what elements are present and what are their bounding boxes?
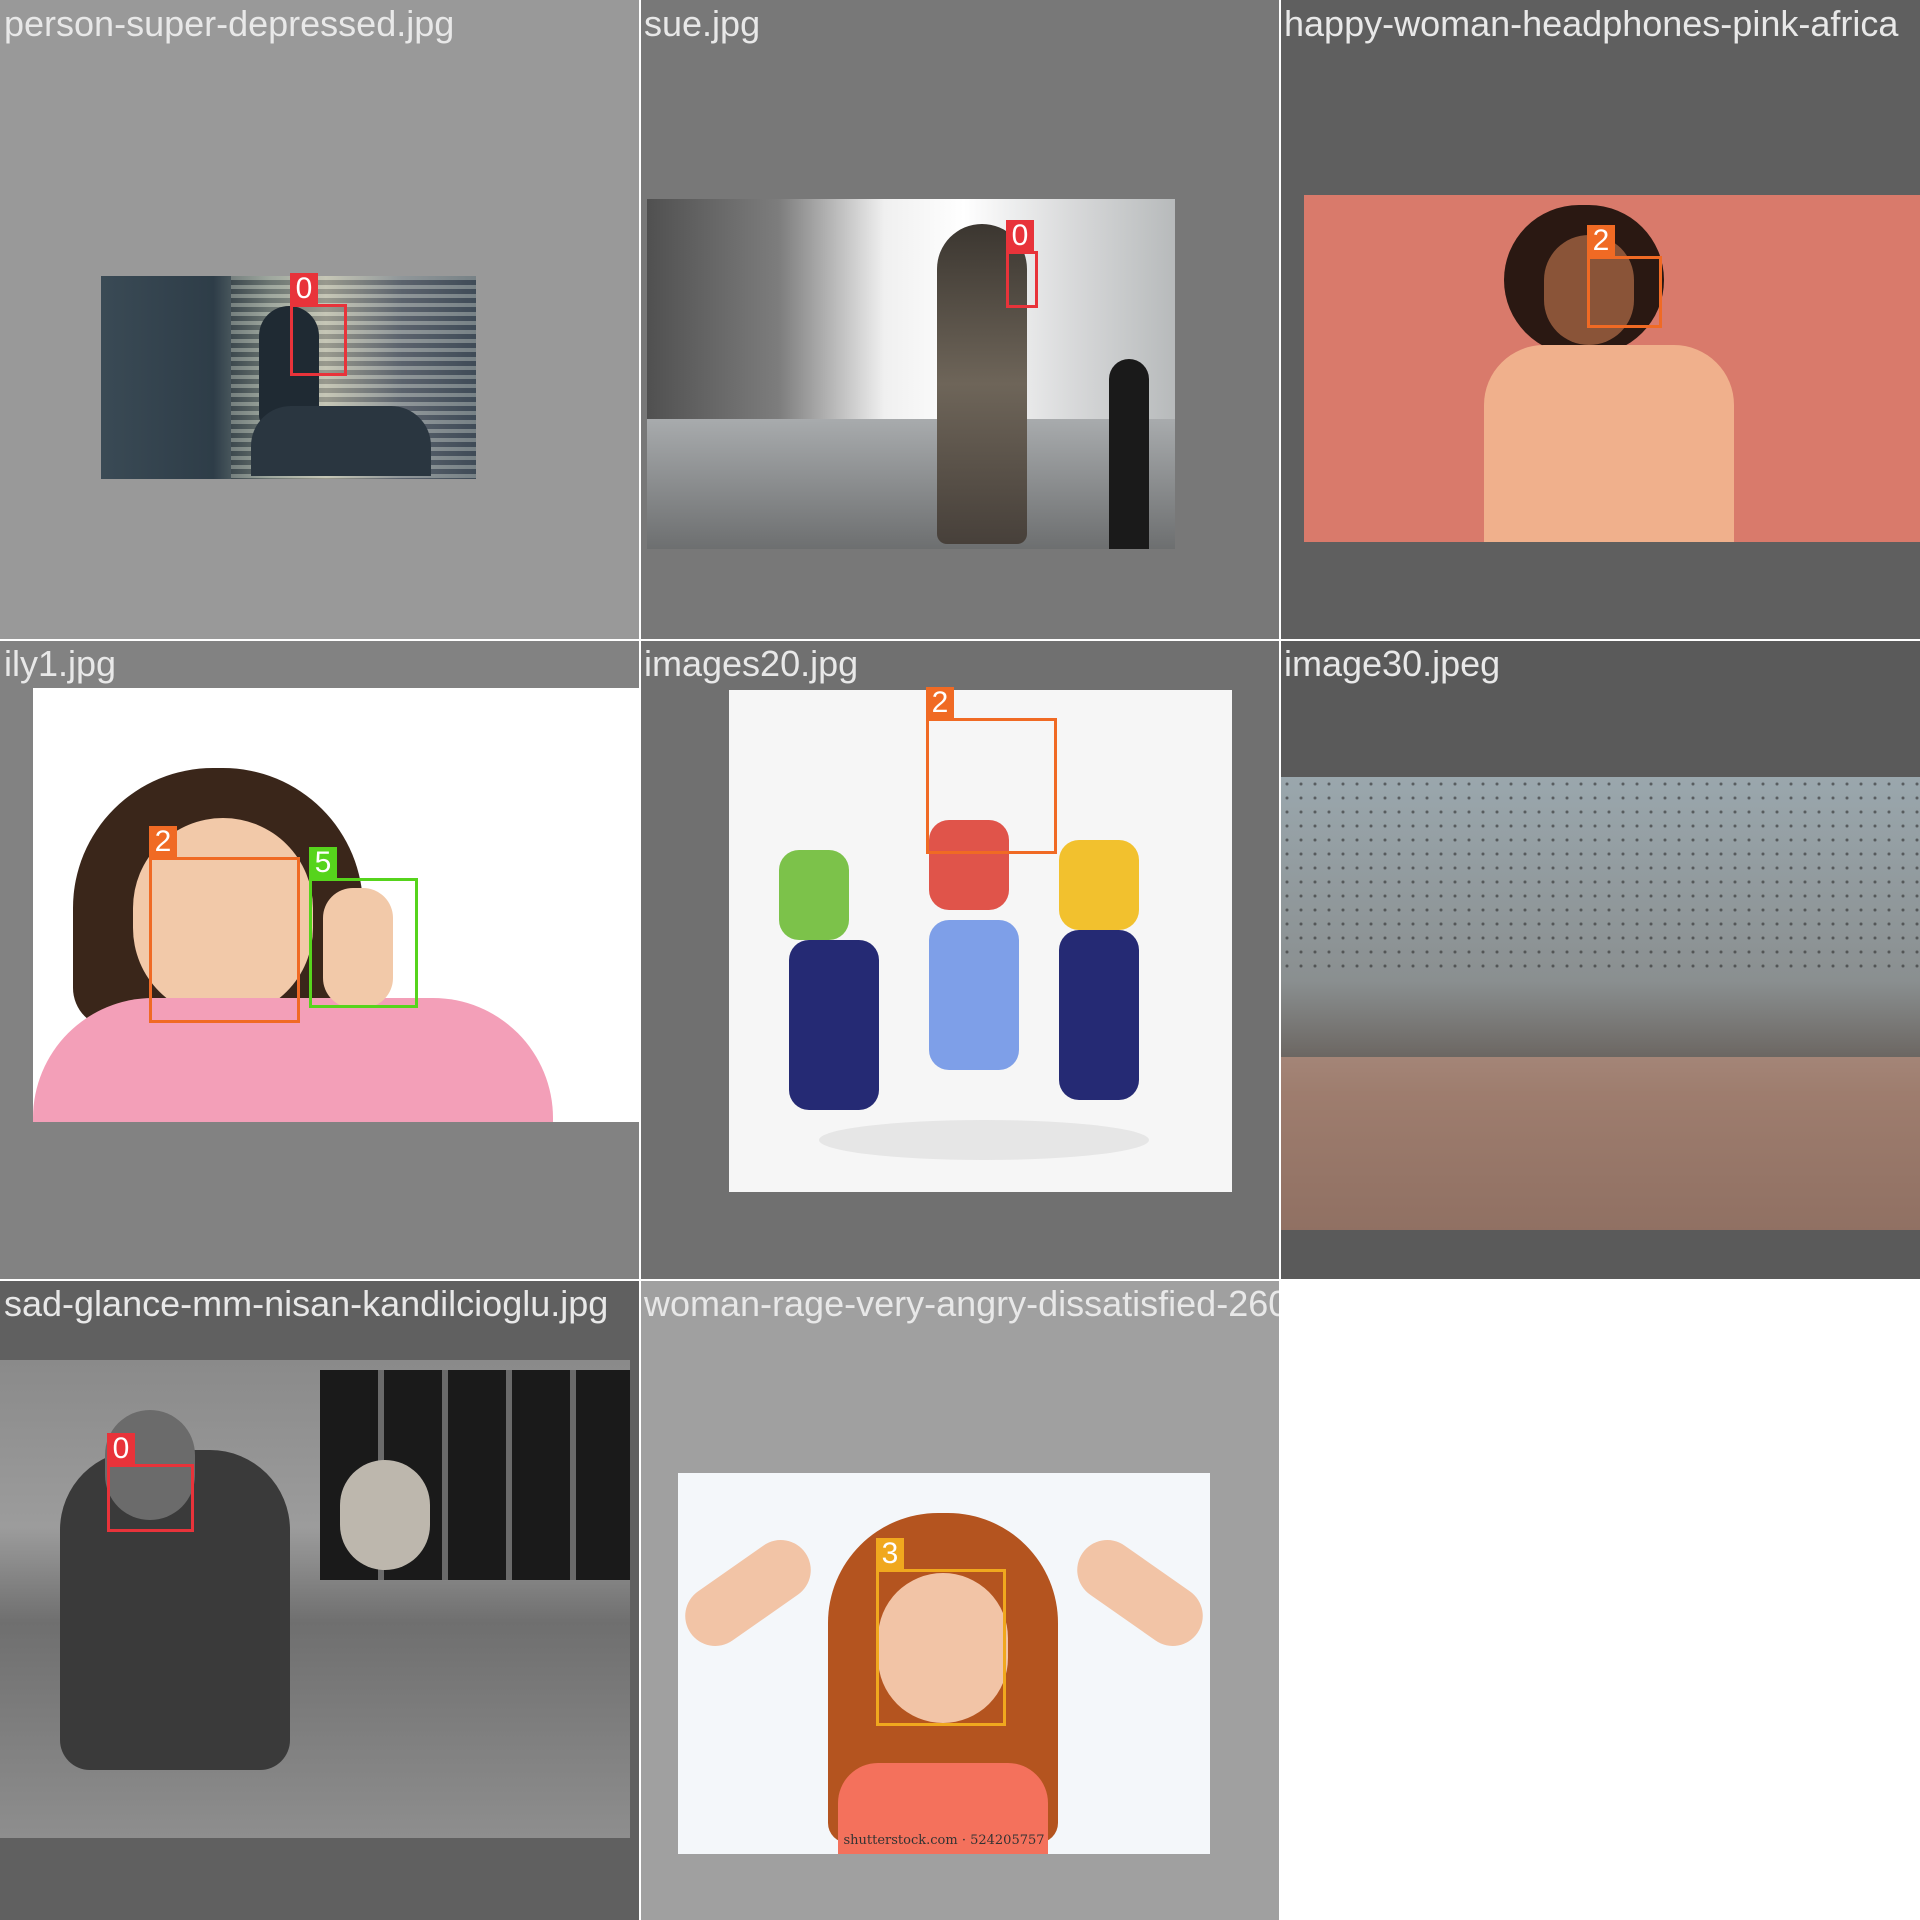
detection-box[interactable]: 0 xyxy=(1006,220,1038,308)
photo xyxy=(1280,777,1920,1230)
grid-divider xyxy=(0,639,1920,641)
class-label: 0 xyxy=(1006,220,1034,252)
image-filename: person-super-depressed.jpg xyxy=(4,3,455,44)
detection-box[interactable]: 2 xyxy=(149,826,300,1023)
image-tile[interactable]: woman-rage-very-angry-dissatisfied-260nw… xyxy=(640,1280,1280,1920)
image-tile[interactable]: sad-glance-mm-nisan-kandilcioglu.jpg 0 xyxy=(0,1280,640,1920)
image-filename: sue.jpg xyxy=(644,3,761,44)
photo xyxy=(101,276,476,479)
class-label: 2 xyxy=(149,826,177,858)
image-tile[interactable]: sue.jpg 0 xyxy=(640,0,1280,640)
class-label: 2 xyxy=(926,687,954,719)
image-filename: image30.jpeg xyxy=(1284,643,1501,684)
grid-divider xyxy=(639,0,641,1920)
class-label: 0 xyxy=(107,1433,135,1465)
image-tile[interactable]: images20.jpg 2 xyxy=(640,640,1280,1280)
mosaic-grid: person-super-depressed.jpg 0 sue.jpg 0 h… xyxy=(0,0,1920,1920)
detection-box[interactable]: 0 xyxy=(107,1433,194,1532)
image-tile[interactable]: ily1.jpg 2 5 xyxy=(0,640,640,1280)
image-tile[interactable]: happy-woman-headphones-pink-africa 2 xyxy=(1280,0,1920,640)
watermark-text: shutterstock.com · 524205757 xyxy=(843,1833,1045,1848)
detection-box[interactable]: 3 xyxy=(876,1538,1006,1726)
photo xyxy=(0,1360,630,1838)
class-label: 5 xyxy=(309,847,337,879)
image-filename: images20.jpg xyxy=(644,643,859,684)
class-label: 2 xyxy=(1587,225,1615,257)
image-tile[interactable]: person-super-depressed.jpg 0 xyxy=(0,0,640,640)
image-tile[interactable]: image30.jpeg 2 2 2 2 xyxy=(1280,640,1920,1280)
detection-box[interactable]: 5 xyxy=(309,847,418,1008)
image-filename: ily1.jpg xyxy=(4,643,117,684)
detection-box[interactable]: 2 xyxy=(926,687,1057,854)
photo xyxy=(647,199,1175,549)
grid-divider xyxy=(1279,0,1281,1920)
image-filename: happy-woman-headphones-pink-africa xyxy=(1284,3,1899,44)
image-filename: woman-rage-very-angry-dissatisfied-260nw xyxy=(644,1283,1280,1324)
detection-box[interactable]: 0 xyxy=(290,273,347,376)
empty-tile xyxy=(1280,1280,1920,1920)
class-label: 0 xyxy=(290,273,318,305)
detection-box[interactable]: 2 xyxy=(1587,225,1662,328)
grid-divider xyxy=(0,1279,1920,1281)
class-label: 3 xyxy=(876,1538,904,1570)
image-filename: sad-glance-mm-nisan-kandilcioglu.jpg xyxy=(4,1283,609,1324)
